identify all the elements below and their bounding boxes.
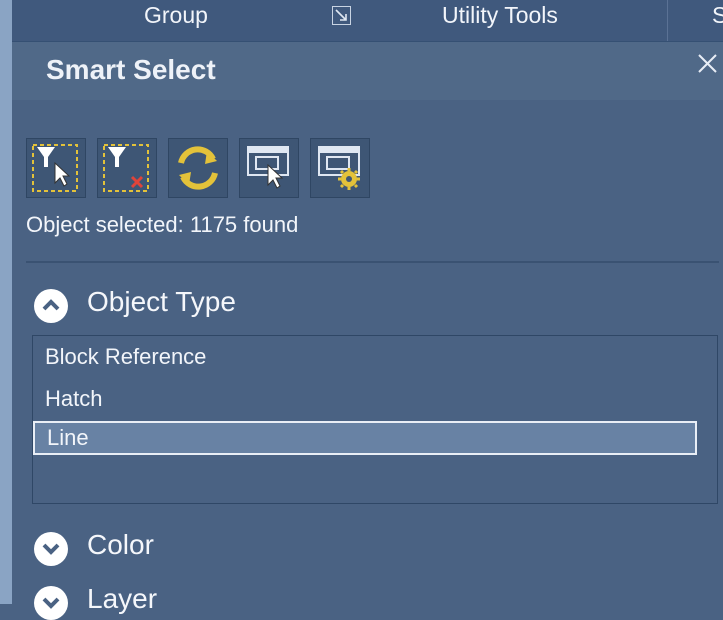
dialog-launcher-icon[interactable] bbox=[332, 6, 351, 25]
window-settings-icon bbox=[318, 146, 360, 190]
refresh-icon bbox=[178, 146, 218, 190]
filter-select-button[interactable] bbox=[26, 138, 86, 198]
close-icon bbox=[698, 54, 717, 73]
ribbon-panel-bar: Group Utility Tools S bbox=[12, 0, 723, 42]
smart-select-panel: Object selected: 1175 found Object Type … bbox=[12, 100, 723, 620]
list-item[interactable]: Block Reference bbox=[45, 344, 206, 370]
list-item[interactable]: Hatch bbox=[45, 386, 102, 412]
list-item-selected[interactable]: Line bbox=[33, 421, 697, 455]
object-type-list[interactable]: Block Reference Hatch Line bbox=[32, 335, 718, 504]
window-left-border bbox=[0, 0, 12, 604]
filter-clear-button[interactable] bbox=[97, 138, 157, 198]
chevron-down-icon[interactable] bbox=[34, 532, 68, 566]
layer-label: Layer bbox=[87, 583, 158, 614]
ribbon-separator bbox=[667, 0, 668, 41]
filter-select-icon bbox=[32, 144, 78, 192]
ribbon-next-tab-partial[interactable]: S bbox=[712, 2, 723, 29]
color-label: Color bbox=[87, 529, 154, 560]
object-type-label: Object Type bbox=[87, 286, 236, 317]
palette-header: Smart Select bbox=[12, 42, 723, 100]
chevron-down-icon[interactable] bbox=[34, 586, 68, 620]
filter-clear-icon bbox=[103, 144, 149, 192]
chevron-up-icon[interactable] bbox=[34, 289, 68, 323]
refresh-button[interactable] bbox=[168, 138, 228, 198]
ribbon-group-label[interactable]: Group bbox=[144, 2, 208, 29]
selection-status: Object selected: 1175 found bbox=[26, 212, 299, 237]
window-select-button[interactable] bbox=[239, 138, 299, 198]
close-button[interactable] bbox=[694, 50, 722, 78]
palette-title: Smart Select bbox=[46, 54, 216, 85]
window-select-icon bbox=[247, 146, 289, 189]
window-settings-button[interactable] bbox=[310, 138, 370, 198]
section-divider bbox=[26, 261, 719, 263]
ribbon-utility-tools-label[interactable]: Utility Tools bbox=[442, 2, 558, 29]
